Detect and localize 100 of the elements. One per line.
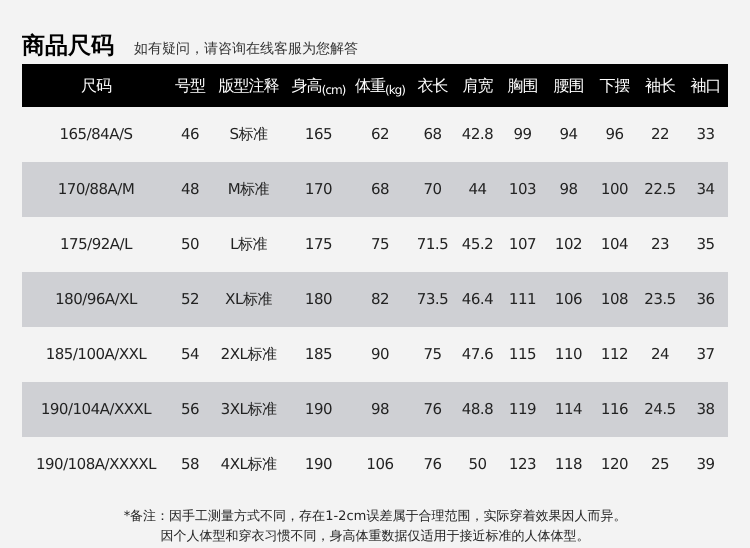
table-cell-text: 48 <box>180 179 200 200</box>
table-cell-text: 23 <box>650 234 670 256</box>
table-cell-text: 190/108A/XXXXL <box>34 454 158 476</box>
table-cell-text: 165/84A/S <box>58 124 134 146</box>
table-cell-text: 22 <box>650 124 670 146</box>
table-cell-text: 56 <box>180 399 200 420</box>
table-cell-text: 190/104A/XXXL <box>40 399 152 420</box>
table-cell-text: 115 <box>508 344 538 366</box>
table-cell-text: 24 <box>650 344 670 366</box>
column-header: 胸围 <box>506 74 538 96</box>
table-cell-text: 98 <box>558 179 579 200</box>
table-cell-text: 75 <box>422 344 443 366</box>
column-header: 袖口 <box>690 74 722 96</box>
table-cell-text: 54 <box>180 344 200 366</box>
table-cell-text: 38 <box>695 399 716 420</box>
table-cell-text: 50 <box>467 454 488 476</box>
table-cell-text: 175/92A/L <box>59 234 134 256</box>
table-cell-text: 50 <box>180 234 200 256</box>
table-cell-text: 112 <box>600 344 630 366</box>
column-header: 号型 <box>174 74 206 96</box>
table-cell-text: 100 <box>600 179 630 200</box>
table-cell-text: 103 <box>508 179 538 200</box>
page-subtitle: 如有疑问，请咨询在线客服为您解答 <box>134 42 358 58</box>
table-cell-text: 170 <box>304 179 334 200</box>
table-cell-text: 47.6 <box>460 344 494 366</box>
table-cell-text: 175 <box>304 234 334 256</box>
table-cell-text: 180/96A/XL <box>54 289 138 310</box>
table-cell-text: XL标准 <box>224 289 273 310</box>
table-cell-text: 62 <box>370 124 390 146</box>
table-cell-text: M标准 <box>226 179 270 200</box>
table-cell-text: 71.5 <box>416 234 450 256</box>
column-header: 版型注释 <box>218 74 280 96</box>
table-cell-text: 39 <box>695 454 716 476</box>
table-cell-text: 3XL标准 <box>220 399 278 420</box>
table-cell-text: 36 <box>695 289 716 310</box>
table-cell-text: 24.5 <box>643 399 677 420</box>
table-cell-text: 114 <box>554 399 584 420</box>
table-cell-text: 107 <box>508 234 538 256</box>
column-header: 腰围 <box>552 74 584 96</box>
table-cell-text: 116 <box>600 399 630 420</box>
table-cell-text: 190 <box>304 454 334 476</box>
table-cell-text: 34 <box>695 179 716 200</box>
table-cell-text: L标准 <box>229 234 268 256</box>
table-cell-text: 73.5 <box>416 289 450 310</box>
table-cell-text: 68 <box>422 124 443 146</box>
column-header: 身高$_{(cm)}$ <box>290 74 346 98</box>
table-cell-text: 68 <box>370 179 390 200</box>
table-cell-text: 42.8 <box>460 124 494 146</box>
table-cell-text: 76 <box>422 454 443 476</box>
page-title: 商品尺码 <box>22 35 114 58</box>
column-header: 下摆 <box>598 74 631 96</box>
table-cell-text: 185/100A/XXL <box>44 344 148 366</box>
table-cell-text: 118 <box>554 454 584 476</box>
table-cell-text: 58 <box>180 454 200 476</box>
table-cell-text: 99 <box>512 124 533 146</box>
table-cell-text: 76 <box>422 399 443 420</box>
table-cell-text: 70 <box>422 179 443 200</box>
table-cell-text: 82 <box>370 289 390 310</box>
table-cell-text: 102 <box>554 234 584 256</box>
table-cell-text: 104 <box>600 234 630 256</box>
table-cell-text: 44 <box>467 179 488 200</box>
table-cell-text: 46.4 <box>460 289 494 310</box>
table-cell-text: 90 <box>370 344 390 366</box>
table-cell-text: 106 <box>365 454 395 476</box>
table-cell-text: 2XL标准 <box>220 344 278 366</box>
table-cell-text: 33 <box>695 124 716 146</box>
note-text: 因个人体型和穿衣习惯不同，身高体重数据仅适用于接近标准的人体体型。 <box>160 528 590 546</box>
column-header: 衣长 <box>416 74 449 96</box>
table-cell-text: 110 <box>554 344 584 366</box>
table-cell-text: 190 <box>304 399 334 420</box>
table-cell-text: 123 <box>508 454 538 476</box>
column-header: 体重$_{(kg)}$ <box>354 74 406 98</box>
table-cell-text: 170/88A/M <box>56 179 136 200</box>
table-cell-text: 108 <box>600 289 630 310</box>
table-cell-text: 119 <box>508 399 538 420</box>
table-cell-text: 111 <box>508 289 538 310</box>
column-header: 袖长 <box>644 74 676 96</box>
table-cell-text: 37 <box>695 344 716 366</box>
column-header: 尺码 <box>80 74 112 96</box>
table-cell-text: 75 <box>370 234 390 256</box>
table-cell-text: 180 <box>304 289 334 310</box>
column-header: 肩宽 <box>462 74 494 96</box>
note-text: *备注：因手工测量方式不同，存在1-2cm误差属于合理范围，实际穿着效果因人而异。 <box>124 508 626 526</box>
table-cell-text: 94 <box>558 124 579 146</box>
table-cell-text: 52 <box>180 289 200 310</box>
table-cell-text: 120 <box>600 454 630 476</box>
table-cell-text: 96 <box>604 124 625 146</box>
table-cell-text: 45.2 <box>460 234 494 256</box>
table-cell-text: 25 <box>650 454 670 476</box>
table-cell-text: 23.5 <box>643 289 677 310</box>
table-cell-text: 35 <box>695 234 716 256</box>
table-cell-text: 165 <box>304 124 334 146</box>
table-cell-text: 106 <box>554 289 584 310</box>
table-cell-text: 185 <box>304 344 334 366</box>
table-cell-text: S标准 <box>228 124 269 146</box>
table-cell-text: 22.5 <box>643 179 677 200</box>
table-cell-text: 46 <box>180 124 200 146</box>
table-cell-text: 48.8 <box>460 399 494 420</box>
table-cell-text: 4XL标准 <box>220 454 278 476</box>
table-cell-text: 98 <box>370 399 390 420</box>
